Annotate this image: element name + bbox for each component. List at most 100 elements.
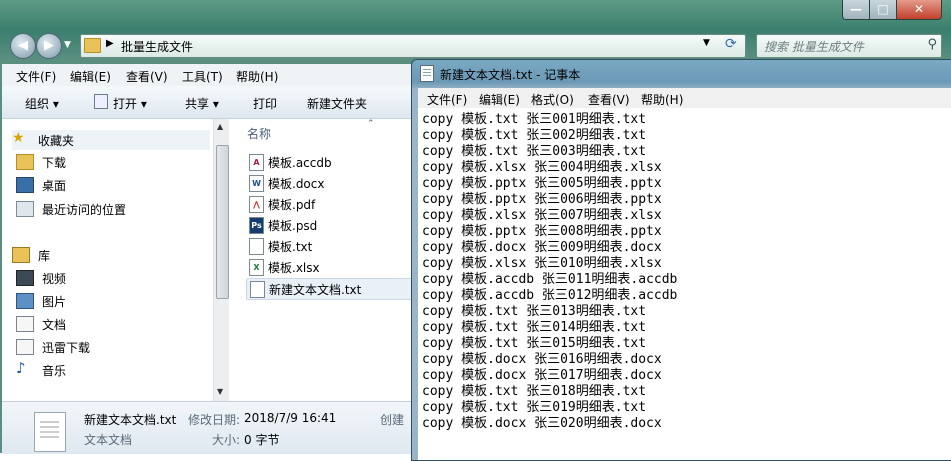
file-item[interactable]: ⋀ 模板.pdf: [246, 194, 416, 214]
np-menu-format[interactable]: 格式(O): [531, 91, 574, 108]
details-modified-value: 2018/7/9 16:41: [244, 411, 337, 425]
file-item[interactable]: 模板.txt: [246, 236, 416, 256]
text-line: copy 模板.xlsx 张三004明细表.xlsx: [422, 160, 662, 175]
np-menu-file[interactable]: 文件(F): [427, 91, 467, 108]
close-icon: ✕: [913, 2, 925, 16]
text-line: copy 模板.txt 张三003明细表.txt: [422, 144, 647, 159]
details-modified-label: 修改日期:: [188, 413, 241, 427]
file-item[interactable]: A 模板.accdb: [246, 152, 416, 172]
forward-arrow-icon: ▶: [44, 38, 54, 53]
sort-indicator-icon: ⌃: [367, 119, 375, 129]
text-line: copy 模板.xlsx 张三010明细表.xlsx: [422, 256, 662, 271]
search-placeholder: 搜索 批量生成文件: [764, 40, 864, 54]
organize-button[interactable]: 组织 ▾: [25, 95, 59, 112]
text-line: copy 模板.pptx 张三008明细表.pptx: [422, 224, 662, 239]
text-file-icon: [250, 281, 265, 298]
details-size-label: 大小:: [212, 433, 241, 447]
text-line: copy 模板.pptx 张三006明细表.pptx: [422, 192, 662, 207]
music-note-icon: ♪: [16, 359, 26, 377]
notepad-text-area[interactable]: copy 模板.txt 张三001明细表.txt copy 模板.txt 张三00…: [418, 108, 951, 460]
maximize-button[interactable]: □: [869, 0, 897, 20]
address-bar[interactable]: ▶ 批量生成文件 ▼ ⟳: [80, 34, 746, 58]
np-menu-view[interactable]: 查看(V): [588, 91, 630, 108]
excel-file-icon: X: [249, 259, 264, 276]
file-name: 模板.accdb: [268, 156, 332, 170]
breadcrumb-chevron-icon[interactable]: ▶: [106, 38, 114, 49]
navigation-row: ◀ ▶ ▼ ▶ 批量生成文件 ▼ ⟳ 搜索 批量生成文件 ⚲: [0, 30, 951, 60]
file-item[interactable]: Ps 模板.psd: [246, 215, 416, 235]
menu-file[interactable]: 文件(F): [16, 68, 56, 85]
details-created-label: 创建: [380, 413, 405, 427]
text-line: copy 模板.xlsx 张三007明细表.xlsx: [422, 208, 662, 223]
recent-pages-dropdown[interactable]: ▼: [64, 40, 71, 50]
star-icon: ★: [12, 130, 25, 146]
text-line: copy 模板.docx 张三020明细表.docx: [422, 416, 662, 431]
text-line: copy 模板.docx 张三009明细表.docx: [422, 240, 662, 255]
file-name: 模板.xlsx: [268, 261, 320, 275]
details-type: 文本文档: [84, 433, 133, 447]
scroll-up-icon[interactable]: ▲: [217, 122, 223, 131]
open-icon: [94, 94, 108, 109]
nav-recent-label: 最近访问的位置: [42, 203, 127, 217]
file-name: 模板.txt: [268, 240, 313, 254]
nav-pane-scrollbar[interactable]: ▲ ▼: [213, 119, 230, 401]
notepad-icon: [420, 65, 434, 82]
menu-edit[interactable]: 编辑(E): [70, 68, 111, 85]
new-folder-button[interactable]: 新建文件夹: [307, 95, 367, 112]
text-line: copy 模板.txt 张三018明细表.txt: [422, 384, 647, 399]
nav-libraries-label: 库: [38, 249, 51, 263]
refresh-icon[interactable]: ⟳: [725, 36, 737, 52]
file-item[interactable]: W 模板.docx: [246, 173, 416, 193]
text-line: copy 模板.txt 张三013明细表.txt: [422, 304, 647, 319]
pictures-icon: [16, 293, 34, 309]
forward-button[interactable]: ▶: [36, 33, 62, 59]
library-icon: [12, 247, 30, 263]
close-button[interactable]: ✕: [896, 0, 942, 20]
share-button[interactable]: 共享 ▾: [185, 95, 219, 112]
text-line: copy 模板.docx 张三017明细表.docx: [422, 368, 662, 383]
scrollbar-thumb[interactable]: [216, 145, 229, 299]
open-button[interactable]: 打开 ▾: [113, 95, 147, 112]
file-name: 模板.pdf: [268, 198, 316, 212]
text-line: copy 模板.accdb 张三011明细表.accdb: [422, 272, 678, 287]
pdf-file-icon: ⋀: [249, 196, 264, 213]
np-menu-help[interactable]: 帮助(H): [641, 91, 683, 108]
text-line: copy 模板.txt 张三015明细表.txt: [422, 336, 647, 351]
search-icon[interactable]: ⚲: [927, 37, 937, 52]
file-name: 模板.docx: [268, 177, 325, 191]
file-item-selected[interactable]: 新建文本文档.txt: [246, 278, 418, 300]
folder-icon: [84, 38, 101, 53]
search-box[interactable]: 搜索 批量生成文件 ⚲: [756, 34, 942, 58]
column-header-name[interactable]: 名称: [247, 125, 271, 142]
details-size-value: 0 字节: [244, 433, 280, 447]
np-menu-edit[interactable]: 编辑(E): [479, 91, 520, 108]
text-line: copy 模板.docx 张三016明细表.docx: [422, 352, 662, 367]
menu-help[interactable]: 帮助(H): [236, 68, 278, 85]
back-button[interactable]: ◀: [10, 33, 36, 59]
text-line: copy 模板.accdb 张三012明细表.accdb: [422, 288, 678, 303]
nav-favorites[interactable]: ★ 收藏夹: [12, 130, 210, 150]
file-item[interactable]: X 模板.xlsx: [246, 257, 416, 277]
text-line: copy 模板.pptx 张三005明细表.pptx: [422, 176, 662, 191]
nav-downloads-label: 下载: [42, 156, 67, 170]
minimize-button[interactable]: —: [842, 0, 870, 20]
text-file-icon: [249, 238, 264, 255]
nav-thunder-label: 迅雷下载: [42, 341, 91, 355]
address-path[interactable]: 批量生成文件: [121, 38, 193, 55]
menu-tools[interactable]: 工具(T): [182, 68, 223, 85]
photoshop-file-icon: Ps: [249, 217, 264, 234]
nav-documents-label: 文档: [42, 318, 67, 332]
desktop-icon: [16, 177, 34, 193]
notepad-title: 新建文本文档.txt - 记事本: [440, 68, 581, 82]
minimize-icon: —: [850, 2, 862, 16]
documents-icon: [16, 316, 34, 332]
scroll-down-icon[interactable]: ▼: [217, 387, 223, 396]
text-line: copy 模板.txt 张三002明细表.txt: [422, 128, 647, 143]
print-button[interactable]: 打印: [253, 95, 277, 112]
text-line: copy 模板.txt 张三014明细表.txt: [422, 320, 647, 335]
menu-view[interactable]: 查看(V): [126, 68, 168, 85]
address-dropdown-icon[interactable]: ▼: [703, 38, 710, 48]
notepad-window: 新建文本文档.txt - 记事本 文件(F) 编辑(E) 格式(O) 查看(V)…: [411, 59, 951, 461]
text-line: copy 模板.txt 张三001明细表.txt: [422, 112, 647, 127]
access-file-icon: A: [249, 154, 264, 171]
